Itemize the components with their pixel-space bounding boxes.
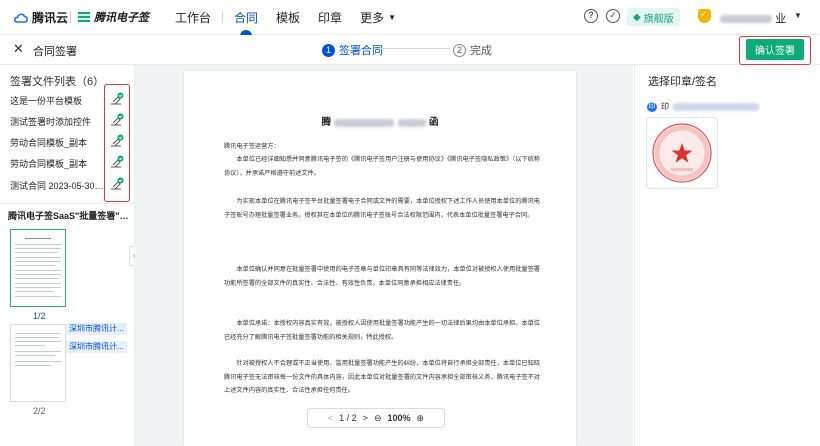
org-name-blurred [673, 102, 759, 111]
document-title: 腾 函 [321, 117, 439, 128]
close-icon[interactable]: ✕ [13, 41, 24, 57]
company-seal-icon [652, 123, 712, 183]
compass-icon[interactable]: ✓ [606, 9, 620, 23]
title-blurred [334, 118, 395, 127]
page-indicator: 1 / 2 [339, 413, 357, 423]
document-paragraph: 针对被授权人不合理或不正当使用、滥用批量签署功能产生的纠纷，本单位将自行承担全部… [224, 360, 540, 394]
top-nav: 腾讯云 腾讯电子签 工作台 合同 模板 印章 更多▼ ? ✓ ◆ 旗舰版 业 ▼ [0, 0, 820, 36]
step-number: 2 [453, 43, 466, 57]
page-number: 2/2 [33, 406, 46, 416]
nav-item-contract[interactable]: 合同 [225, 0, 267, 36]
flagship-badge[interactable]: ◆ 旗舰版 [627, 8, 680, 26]
prev-page-button[interactable]: < [328, 413, 333, 423]
page-thumbnail-1[interactable] [10, 229, 66, 307]
nav-item-more[interactable]: 更多 ▼ [351, 0, 405, 34]
cloud-logo-text: 腾讯云 [32, 11, 69, 25]
org-badge-icon: 印 [647, 101, 657, 112]
nav-item-seal[interactable]: 印章 [309, 0, 351, 34]
nav-divider [222, 11, 224, 23]
document-paragraph: 本单位承诺：本授权内容真实有效，被授权人因使用批量签署功能产生的一切法律后果均由… [224, 320, 540, 341]
zoom-out-icon[interactable]: ⊖ [374, 413, 382, 424]
nav-item-workbench[interactable]: 工作台 [166, 0, 220, 34]
caret-down-icon[interactable]: ▼ [794, 11, 802, 20]
chevron-down-icon: ▼ [388, 12, 396, 22]
seal-picker-panel: 选择印章/签名 印 印 [634, 65, 820, 446]
document-paragraph: 本单位已经详细知悉并同意腾讯电子签的《腾讯电子签用户注册与使用协议》《腾讯电子签… [224, 156, 540, 177]
page-zoom-toolbar: < 1 / 2 > ⊖ 100% ⊕ [307, 408, 445, 428]
document-paragraph: 本单位确认并同意在批量签署中使用的电子签章与单位印章具有同等法律效力，本单位对被… [224, 266, 540, 287]
esign-logo-text: 腾讯电子签 [94, 12, 149, 24]
page-thumbnail-2[interactable] [10, 324, 66, 402]
verified-shield-icon [698, 9, 711, 23]
file-list-title: 签署文件列表（6） [10, 76, 105, 88]
step-label: 签署合同 [339, 45, 383, 57]
diamond-icon: ◆ [633, 11, 641, 23]
step-done: 2 完成 [453, 42, 492, 58]
seal-org: 印 印 [647, 101, 759, 112]
step-sign: 1 签署合同 [322, 42, 383, 58]
step-bar: ✕ 合同签署 1 签署合同 2 完成 确认签署 [0, 35, 820, 65]
title-blurred [397, 118, 426, 127]
page-number: 1/2 [33, 311, 46, 321]
zoom-level: 100% [387, 413, 411, 423]
document-paragraph: 为实现本单位在腾讯电子签平台批量签署电子合同或文件的需要，本单位授权下述工作人员… [224, 198, 540, 219]
esign-logo[interactable]: 腾讯电子签 [78, 9, 149, 25]
current-file-title: 腾讯电子签SaaS"批量签署"功能开通... [8, 211, 132, 221]
org-name-blurred [720, 15, 772, 24]
document-greeting: 腾讯电子签运营方： [224, 143, 280, 150]
nav-item-template[interactable]: 模板 [267, 0, 309, 34]
seal-picker-title: 选择印章/签名 [648, 76, 718, 88]
step-label: 完成 [470, 45, 492, 57]
document-page: 腾 函 腾讯电子签运营方： 本单位已经详细知悉并同意腾讯电子签的《腾讯电子签用户… [184, 71, 576, 446]
page-title: 合同签署 [33, 46, 77, 58]
esign-icon [78, 12, 90, 22]
cloud-icon [14, 13, 28, 23]
help-icon[interactable]: ? [584, 9, 598, 23]
seal-tag[interactable]: 深圳市腾讯计... [66, 341, 127, 353]
seal-option[interactable] [646, 117, 718, 189]
main-nav: 工作台 合同 模板 印章 更多 ▼ [166, 0, 405, 36]
tencent-cloud-logo[interactable]: 腾讯云 [14, 9, 68, 26]
org-switcher[interactable]: 业 [720, 10, 786, 26]
highlight-box [739, 36, 811, 65]
zoom-in-icon[interactable]: ⊕ [417, 413, 425, 424]
seal-tag[interactable]: 深圳市腾讯计... [66, 323, 127, 335]
next-page-button[interactable]: > [363, 413, 368, 423]
document-viewer: 腾 函 腾讯电子签运营方： 本单位已经详细知悉并同意腾讯电子签的《腾讯电子签用户… [135, 65, 633, 446]
highlight-box [104, 84, 130, 202]
step-connector [374, 48, 450, 49]
logo-divider [70, 11, 71, 23]
step-number: 1 [322, 43, 335, 57]
divider [0, 203, 134, 204]
